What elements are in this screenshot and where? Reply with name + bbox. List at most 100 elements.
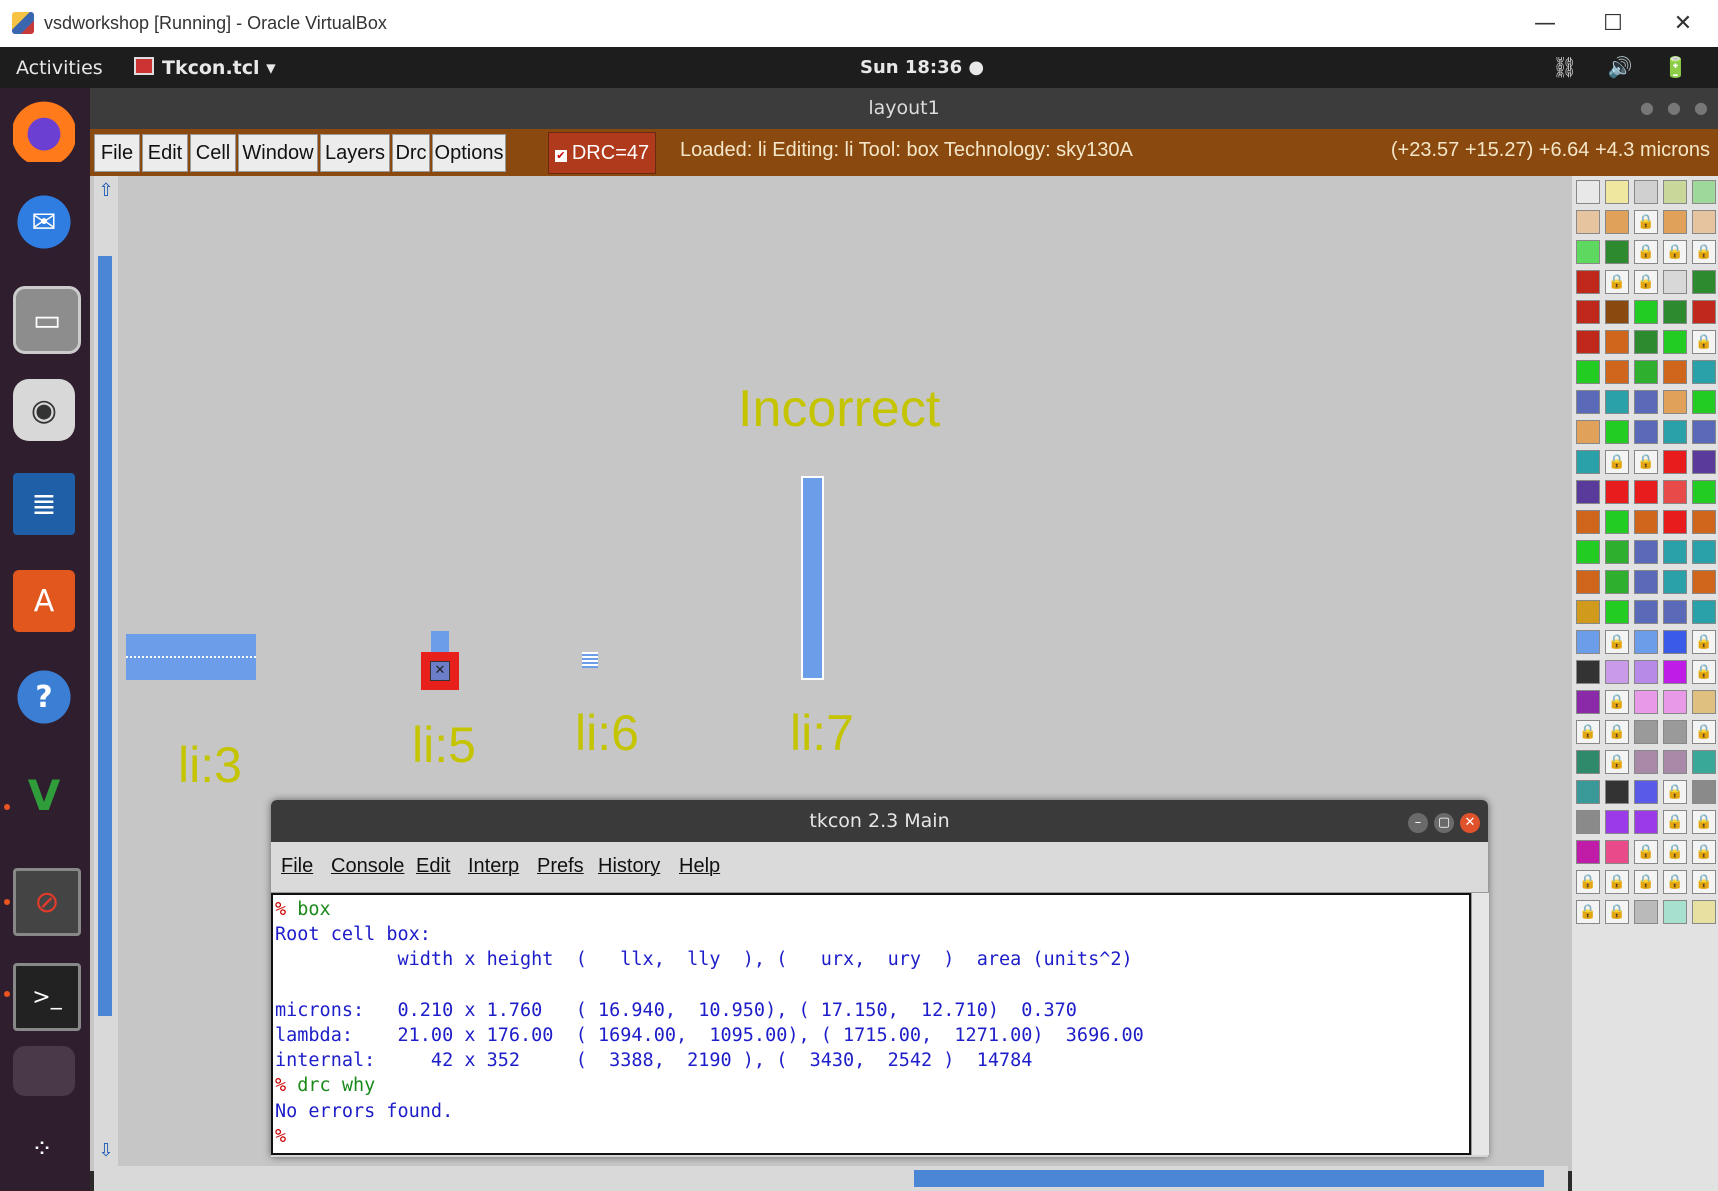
lock-icon[interactable]: 🔒 (1576, 720, 1600, 744)
layer-swatch[interactable] (1634, 600, 1658, 624)
layer-swatch[interactable] (1663, 390, 1687, 414)
layer-swatch[interactable] (1692, 270, 1716, 294)
files-icon[interactable]: ▭ (13, 286, 81, 354)
terminal-icon[interactable]: >_ (13, 963, 81, 1031)
layer-swatch[interactable] (1692, 210, 1716, 234)
layer-swatch[interactable] (1663, 540, 1687, 564)
scroll-down-icon[interactable]: ⇩ (97, 1142, 115, 1160)
maximize-icon[interactable]: ▢ (1434, 813, 1454, 833)
lock-icon[interactable]: 🔒 (1634, 450, 1658, 474)
maximize-button[interactable]: ☐ (1588, 6, 1638, 42)
layer-swatch[interactable] (1576, 240, 1600, 264)
layer-swatch[interactable] (1663, 660, 1687, 684)
clock[interactable]: Sun 18:36 ● (860, 57, 984, 78)
layer-swatch[interactable] (1605, 420, 1629, 444)
layer-swatch[interactable] (1576, 570, 1600, 594)
lock-icon[interactable]: 🔒 (1605, 720, 1629, 744)
layer-swatch[interactable] (1692, 390, 1716, 414)
lock-icon[interactable]: 🔒 (1576, 900, 1600, 924)
scroll-up-icon[interactable]: ⇧ (97, 182, 115, 200)
layer-swatch[interactable] (1692, 180, 1716, 204)
layer-swatch[interactable] (1634, 720, 1658, 744)
layer-swatch[interactable] (1634, 330, 1658, 354)
layer-swatch[interactable] (1576, 300, 1600, 324)
menu-options[interactable]: Options (432, 134, 506, 172)
layer-swatch[interactable] (1663, 900, 1687, 924)
lock-icon[interactable]: 🔒 (1692, 840, 1716, 864)
firefox-icon[interactable] (13, 100, 75, 162)
layer-swatch[interactable] (1692, 570, 1716, 594)
menu-cell[interactable]: Cell (190, 134, 236, 172)
li6-shape[interactable] (582, 652, 598, 668)
menu-window[interactable]: Window (238, 134, 318, 172)
menu-drc[interactable]: Drc (392, 134, 430, 172)
layer-swatch[interactable] (1663, 480, 1687, 504)
lock-icon[interactable]: 🔒 (1663, 870, 1687, 894)
layer-swatch[interactable] (1576, 180, 1600, 204)
drc-toggle[interactable]: ✔ DRC=47 (548, 132, 656, 174)
layer-swatch[interactable] (1663, 270, 1687, 294)
horizontal-scrollbar[interactable] (94, 1166, 1568, 1191)
menu-edit[interactable]: Edit (142, 134, 188, 172)
layer-swatch[interactable] (1576, 660, 1600, 684)
lock-icon[interactable]: 🔒 (1692, 810, 1716, 834)
layer-swatch[interactable] (1576, 690, 1600, 714)
tk-menu-help[interactable]: Help (679, 855, 720, 878)
layer-swatch[interactable] (1663, 180, 1687, 204)
layer-swatch[interactable] (1634, 180, 1658, 204)
tk-menu-edit[interactable]: Edit (416, 855, 450, 878)
layer-swatch[interactable] (1605, 360, 1629, 384)
help-icon[interactable]: ? (13, 666, 75, 728)
tk-menu-console[interactable]: Console (331, 855, 404, 878)
vertical-scrollbar[interactable]: ⇧ ⇩ (94, 176, 118, 1171)
layer-swatch[interactable] (1634, 660, 1658, 684)
layer-swatch[interactable] (1605, 540, 1629, 564)
minimize-icon[interactable]: – (1408, 813, 1428, 833)
layer-swatch[interactable] (1692, 780, 1716, 804)
lock-icon[interactable]: 🔒 (1605, 450, 1629, 474)
lock-icon[interactable]: 🔒 (1692, 330, 1716, 354)
layer-swatch[interactable] (1634, 630, 1658, 654)
lock-icon[interactable]: 🔒 (1692, 630, 1716, 654)
li3-shape-bottom[interactable] (126, 656, 256, 680)
layer-swatch[interactable] (1576, 360, 1600, 384)
layer-swatch[interactable] (1576, 270, 1600, 294)
lock-icon[interactable]: 🔒 (1692, 720, 1716, 744)
tk-menu-file[interactable]: File (281, 855, 313, 878)
tkcon-console-output[interactable]: % box Root cell box: width x height ( llx… (271, 893, 1471, 1155)
layer-swatch[interactable] (1576, 750, 1600, 774)
lock-icon[interactable]: 🔒 (1576, 870, 1600, 894)
lock-icon[interactable]: 🔒 (1605, 690, 1629, 714)
layer-swatch[interactable] (1605, 300, 1629, 324)
show-apps-grid-icon[interactable]: ⁘ (13, 1118, 75, 1180)
tk-menu-history[interactable]: History (598, 855, 660, 878)
layer-swatch[interactable] (1663, 360, 1687, 384)
layer-swatch[interactable] (1692, 690, 1716, 714)
layer-swatch[interactable] (1692, 510, 1716, 534)
layer-swatch[interactable] (1576, 390, 1600, 414)
layer-swatch[interactable] (1634, 570, 1658, 594)
layer-swatch[interactable] (1634, 900, 1658, 924)
layer-swatch[interactable] (1605, 330, 1629, 354)
close-button[interactable]: ✕ (1658, 6, 1708, 42)
magic-window-buttons[interactable]: ● ● ● (1640, 98, 1712, 117)
lock-icon[interactable]: 🔒 (1663, 780, 1687, 804)
layer-swatch[interactable] (1663, 570, 1687, 594)
lock-icon[interactable]: 🔒 (1663, 840, 1687, 864)
layer-swatch[interactable] (1663, 300, 1687, 324)
lock-icon[interactable]: 🔒 (1634, 240, 1658, 264)
layer-swatch[interactable] (1576, 480, 1600, 504)
lock-icon[interactable]: 🔒 (1605, 270, 1629, 294)
lock-icon[interactable]: 🔒 (1634, 840, 1658, 864)
layer-swatch[interactable] (1634, 780, 1658, 804)
lock-icon[interactable]: 🔒 (1605, 900, 1629, 924)
layer-swatch[interactable] (1692, 900, 1716, 924)
layer-swatch[interactable] (1692, 480, 1716, 504)
app-menu[interactable]: Tkcon.tcl ▾ (134, 57, 276, 79)
layer-swatch[interactable] (1605, 810, 1629, 834)
layer-swatch[interactable] (1663, 630, 1687, 654)
layer-swatch[interactable] (1605, 390, 1629, 414)
menu-file[interactable]: File (94, 134, 140, 172)
layer-swatch[interactable] (1576, 630, 1600, 654)
lock-icon[interactable]: 🔒 (1692, 240, 1716, 264)
